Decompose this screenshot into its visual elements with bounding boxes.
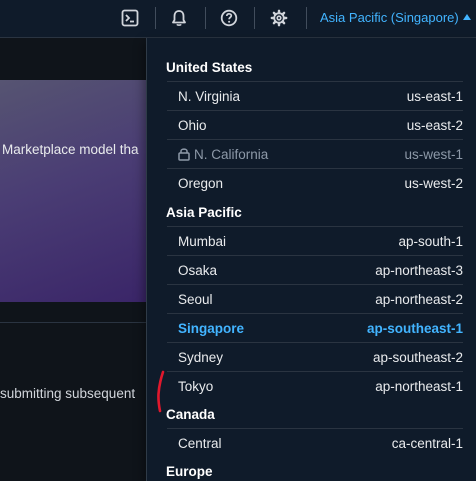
region-selector-label: Asia Pacific (Singapore) — [320, 10, 459, 25]
region-option-selected[interactable]: Singapore ap-southeast-1 — [167, 313, 463, 343]
region-option[interactable]: Central ca-central-1 — [167, 428, 463, 458]
region-option[interactable]: N. Virginia us-east-1 — [167, 81, 463, 111]
region-option[interactable]: Mumbai ap-south-1 — [167, 226, 463, 256]
region-option-name-wrap: N. California — [178, 147, 268, 164]
notifications-icon[interactable] — [169, 8, 189, 28]
region-option[interactable]: Tokyo ap-northeast-1 — [167, 371, 463, 401]
banner-text: Marketplace model tha — [2, 142, 139, 157]
region-option-name: Central — [178, 436, 222, 451]
region-option-code: ap-south-1 — [398, 234, 463, 249]
region-dropdown-menu: United States N. Virginia us-east-1 Ohio… — [146, 38, 476, 481]
region-option-name: N. California — [194, 147, 269, 162]
region-option-name: Tokyo — [178, 379, 214, 394]
lock-icon — [178, 147, 190, 164]
body-text: submitting subsequent — [0, 386, 136, 401]
region-option[interactable]: Oregon us-west-2 — [167, 168, 463, 198]
region-option-name: Ohio — [178, 118, 207, 133]
region-option[interactable]: Seoul ap-northeast-2 — [167, 284, 463, 314]
help-icon[interactable] — [219, 8, 239, 28]
region-option-name: Osaka — [178, 263, 218, 278]
settings-icon[interactable] — [269, 8, 289, 28]
region-selector-button[interactable]: Asia Pacific (Singapore) — [320, 10, 471, 25]
region-option-name: Singapore — [178, 321, 245, 336]
region-option-code: us-east-2 — [406, 118, 463, 133]
region-group-label: Asia Pacific — [166, 205, 242, 220]
region-group-label: Europe — [166, 464, 213, 479]
region-option-name: N. Virginia — [178, 89, 241, 104]
region-option-code: ap-southeast-1 — [366, 321, 463, 336]
region-option-code: ap-southeast-2 — [372, 350, 463, 365]
cloudshell-icon[interactable] — [120, 8, 140, 28]
region-option[interactable]: Sydney ap-southeast-2 — [167, 342, 463, 372]
region-group-label: United States — [166, 60, 253, 75]
region-option-code: ap-northeast-2 — [375, 292, 463, 307]
caret-up-icon — [462, 14, 471, 20]
region-option[interactable]: Ohio us-east-2 — [167, 110, 463, 140]
nav-divider — [205, 7, 206, 29]
nav-divider — [306, 7, 307, 29]
nav-divider — [254, 7, 255, 29]
region-option-name: Seoul — [178, 292, 213, 307]
marketplace-banner — [0, 80, 150, 302]
region-group-label: Canada — [166, 407, 215, 422]
annotation-mark — [157, 370, 165, 413]
region-option-name: Sydney — [178, 350, 224, 365]
region-option-code: us-east-1 — [406, 89, 463, 104]
region-option-code: ap-northeast-1 — [375, 379, 463, 394]
region-option-code: us-west-2 — [404, 176, 463, 191]
region-option[interactable]: Osaka ap-northeast-3 — [167, 255, 463, 285]
region-option-code: ap-northeast-3 — [375, 263, 463, 278]
region-option-name: Mumbai — [178, 234, 227, 249]
region-option-disabled: N. California us-west-1 — [167, 139, 463, 169]
top-navigation-bar: Asia Pacific (Singapore) — [0, 0, 476, 38]
console-page: Asia Pacific (Singapore) Marketplace mod… — [0, 0, 476, 481]
region-option-code: us-west-1 — [404, 147, 463, 162]
nav-divider — [155, 7, 156, 29]
region-option-code: ca-central-1 — [391, 436, 463, 451]
region-option-name: Oregon — [178, 176, 224, 191]
content-divider — [0, 322, 150, 323]
